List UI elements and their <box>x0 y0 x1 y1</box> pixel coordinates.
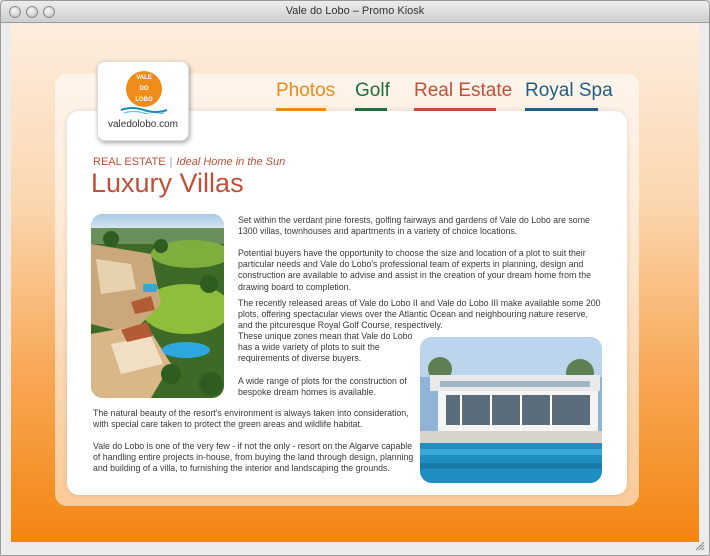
paragraph-new-areas: The recently released areas of Vale do L… <box>238 298 601 331</box>
section-eyebrow: REAL ESTATE | Ideal Home in the Sun <box>93 156 285 168</box>
window-title: Vale do Lobo – Promo Kiosk <box>285 5 425 17</box>
page-title: Luxury Villas <box>91 168 244 198</box>
paragraph-buyers: Potential buyers have the opportunity to… <box>238 248 592 292</box>
logo-mark-line: LOBO <box>135 97 153 103</box>
resize-grip-icon[interactable] <box>695 541 705 551</box>
nav-golf[interactable]: Golf <box>355 80 390 102</box>
logo-url: valedolobo.com <box>107 119 179 130</box>
section-subtitle: Ideal Home in the Sun <box>176 156 286 168</box>
title-bar: Vale do Lobo – Promo Kiosk <box>1 1 709 23</box>
nav-golf-underline <box>355 108 387 111</box>
logo-link[interactable]: VALE DO LOBO valedolobo.com <box>97 61 189 141</box>
paragraph-in-house: Vale do Lobo is one of the very few - if… <box>93 441 414 474</box>
logo-mark-line: DO <box>139 86 149 92</box>
nav-royal-spa[interactable]: Royal Spa <box>525 80 613 102</box>
paragraph-intro: Set within the verdant pine forests, gol… <box>238 215 590 237</box>
paragraph-zones: These unique zones mean that Vale do Lob… <box>238 331 413 364</box>
app-window: Vale do Lobo – Promo Kiosk VALE DO LOBO … <box>0 0 710 556</box>
modern-villa-photo <box>420 337 602 483</box>
logo-mark-line: VALE <box>136 75 152 81</box>
kiosk-stage: VALE DO LOBO valedolobo.com Photos Golf … <box>11 24 699 542</box>
wave-icon <box>120 107 168 114</box>
nav-photos-underline <box>276 108 326 111</box>
nav-real-estate-underline <box>414 108 496 111</box>
nav-photos[interactable]: Photos <box>276 80 335 102</box>
paragraph-environment: The natural beauty of the resort's envir… <box>93 408 409 430</box>
paragraph-plots: A wide range of plots for the constructi… <box>238 376 407 398</box>
logo-mark: VALE DO LOBO <box>126 71 162 107</box>
nav-royal-spa-underline <box>525 108 598 111</box>
resort-aerial-photo <box>91 214 224 398</box>
nav-real-estate[interactable]: Real Estate <box>414 80 512 102</box>
section-separator: | <box>169 156 173 168</box>
section-category: REAL ESTATE <box>93 156 166 168</box>
